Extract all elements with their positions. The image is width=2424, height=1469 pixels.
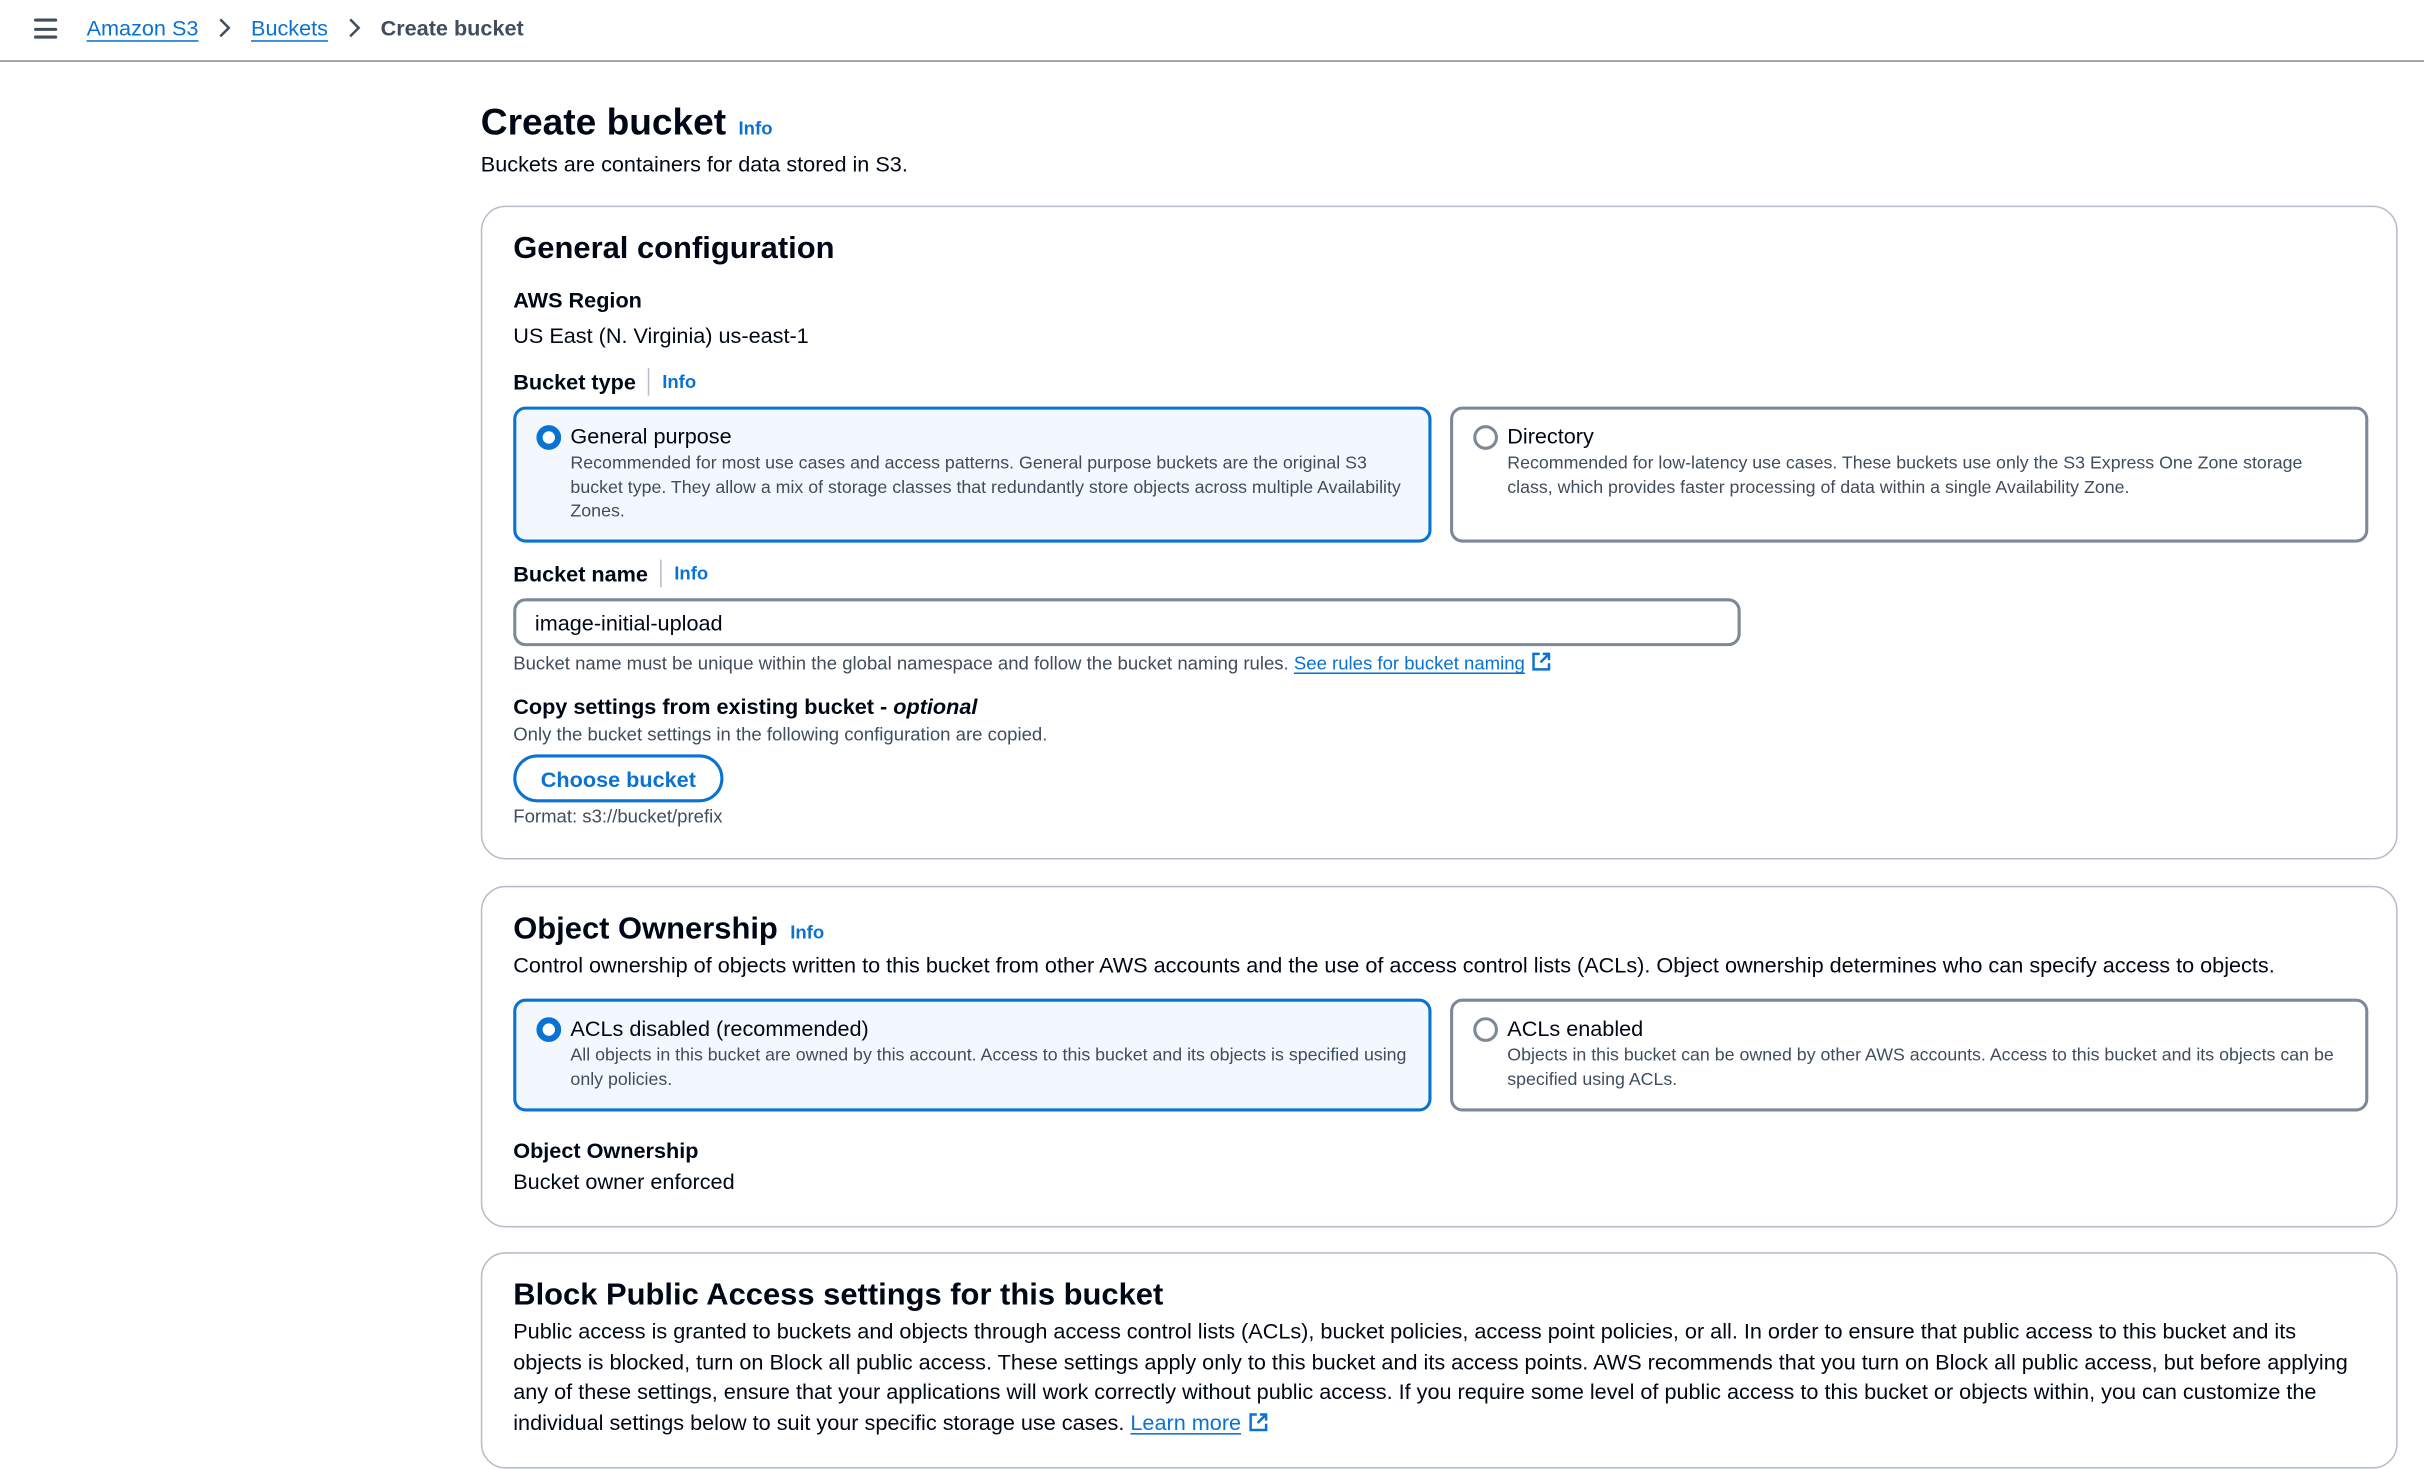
bucket-type-general-purpose-tile[interactable]: General purpose Recommended for most use… xyxy=(513,406,1432,543)
breadcrumb: Amazon S3 Buckets Create bucket xyxy=(87,15,524,40)
object-ownership-panel: Object Ownership Info Control ownership … xyxy=(480,885,2398,1228)
bucket-naming-rules-link[interactable]: See rules for bucket naming xyxy=(1294,652,1553,674)
radio-acls-disabled[interactable] xyxy=(536,1017,562,1042)
radio-acls-enabled[interactable] xyxy=(1473,1017,1498,1042)
general-configuration-panel: General configuration AWS Region US East… xyxy=(480,205,2398,860)
tile-description: All objects in this bucket are owned by … xyxy=(570,1046,1407,1090)
page-title-text: Create bucket xyxy=(480,102,727,144)
copy-settings-label-text: Copy settings from existing bucket - xyxy=(513,694,894,719)
aws-region-value: US East (N. Virginia) us-east-1 xyxy=(513,323,809,348)
acls-enabled-tile[interactable]: ACLs enabled Objects in this bucket can … xyxy=(1450,998,2369,1112)
bucket-name-input[interactable] xyxy=(513,598,1741,647)
label-divider xyxy=(660,559,662,588)
bucket-type-directory-tile[interactable]: Directory Recommended for low-latency us… xyxy=(1450,406,2369,543)
top-navigation-bar: Amazon S3 Buckets Create bucket xyxy=(0,0,2424,62)
breadcrumb-buckets[interactable]: Buckets xyxy=(251,15,328,40)
block-public-access-description: Public access is granted to buckets and … xyxy=(513,1317,2365,1438)
object-ownership-result-value: Bucket owner enforced xyxy=(513,1168,735,1194)
object-ownership-info-link[interactable]: Info xyxy=(790,921,824,943)
page-info-link[interactable]: Info xyxy=(739,117,773,139)
page-title: Create bucket Info xyxy=(481,102,773,145)
aws-region-label-text: AWS Region xyxy=(513,287,642,313)
format-hint: Format: s3://bucket/prefix xyxy=(513,805,723,828)
bucket-name-hint-text: Bucket name must be unique within the gl… xyxy=(513,652,1289,675)
chevron-right-icon xyxy=(217,17,232,39)
copy-settings-hint: Only the bucket settings in the followin… xyxy=(513,723,1048,746)
external-link-icon xyxy=(1249,1412,1268,1431)
choose-bucket-button[interactable]: Choose bucket xyxy=(513,754,724,803)
block-public-access-heading: Block Public Access settings for this bu… xyxy=(513,1278,1164,1313)
block-public-access-panel: Block Public Access settings for this bu… xyxy=(480,1252,2398,1469)
object-ownership-result-label: Object Ownership xyxy=(513,1138,698,1163)
breadcrumb-amazon-s3[interactable]: Amazon S3 xyxy=(87,15,199,40)
block-public-access-title: Block Public Access settings for this bu… xyxy=(513,1278,1163,1314)
tile-description: Objects in this bucket can be owned by o… xyxy=(1507,1046,2334,1090)
tile-title: Directory xyxy=(1507,423,1594,449)
tile-title: ACLs disabled (recommended) xyxy=(570,1015,869,1041)
bucket-naming-rules-link-text[interactable]: See rules for bucket naming xyxy=(1294,652,1525,674)
radio-general-purpose[interactable] xyxy=(536,425,562,450)
object-ownership-result-label-text: Object Ownership xyxy=(513,1137,699,1163)
copy-settings-label: Copy settings from existing bucket - opt… xyxy=(513,694,977,719)
tile-description: Recommended for most use cases and acces… xyxy=(570,454,1401,521)
chevron-right-icon xyxy=(347,17,362,39)
bucket-name-hint: Bucket name must be unique within the gl… xyxy=(513,651,1552,674)
bucket-name-label-text: Bucket name xyxy=(513,561,648,586)
aws-region-label: AWS Region xyxy=(513,288,642,313)
bucket-type-label: Bucket type Info xyxy=(513,367,696,396)
general-configuration-title: General configuration xyxy=(513,232,834,268)
breadcrumb-current: Create bucket xyxy=(380,15,524,41)
optional-label: optional xyxy=(893,694,978,719)
learn-more-link-text[interactable]: Learn more xyxy=(1130,1409,1241,1434)
bucket-type-label-text: Bucket type xyxy=(513,369,636,395)
tile-title: ACLs enabled xyxy=(1507,1015,1644,1041)
label-divider xyxy=(648,367,650,396)
hamburger-menu-icon[interactable] xyxy=(34,18,58,39)
page: Amazon S3 Buckets Create bucket Create b… xyxy=(0,0,2424,1469)
object-ownership-description: Control ownership of objects written to … xyxy=(513,952,2275,978)
tile-description: Recommended for low-latency use cases. T… xyxy=(1507,454,2303,498)
general-configuration-heading: General configuration xyxy=(513,231,835,266)
external-link-icon xyxy=(1532,652,1551,671)
acls-disabled-tile[interactable]: ACLs disabled (recommended) All objects … xyxy=(513,998,1432,1112)
bucket-type-info-link[interactable]: Info xyxy=(662,371,696,393)
page-description: Buckets are containers for data stored i… xyxy=(480,151,908,177)
block-public-access-description-text: Public access is granted to buckets and … xyxy=(513,1318,2348,1434)
tile-title: General purpose xyxy=(570,423,732,449)
object-ownership-heading: Object Ownership xyxy=(513,912,778,947)
bucket-name-label: Bucket name Info xyxy=(513,559,708,588)
bucket-name-info-link[interactable]: Info xyxy=(674,563,708,585)
learn-more-link[interactable]: Learn more xyxy=(1130,1409,1269,1434)
radio-directory[interactable] xyxy=(1473,425,1498,450)
object-ownership-title: Object Ownership Info xyxy=(513,912,824,948)
